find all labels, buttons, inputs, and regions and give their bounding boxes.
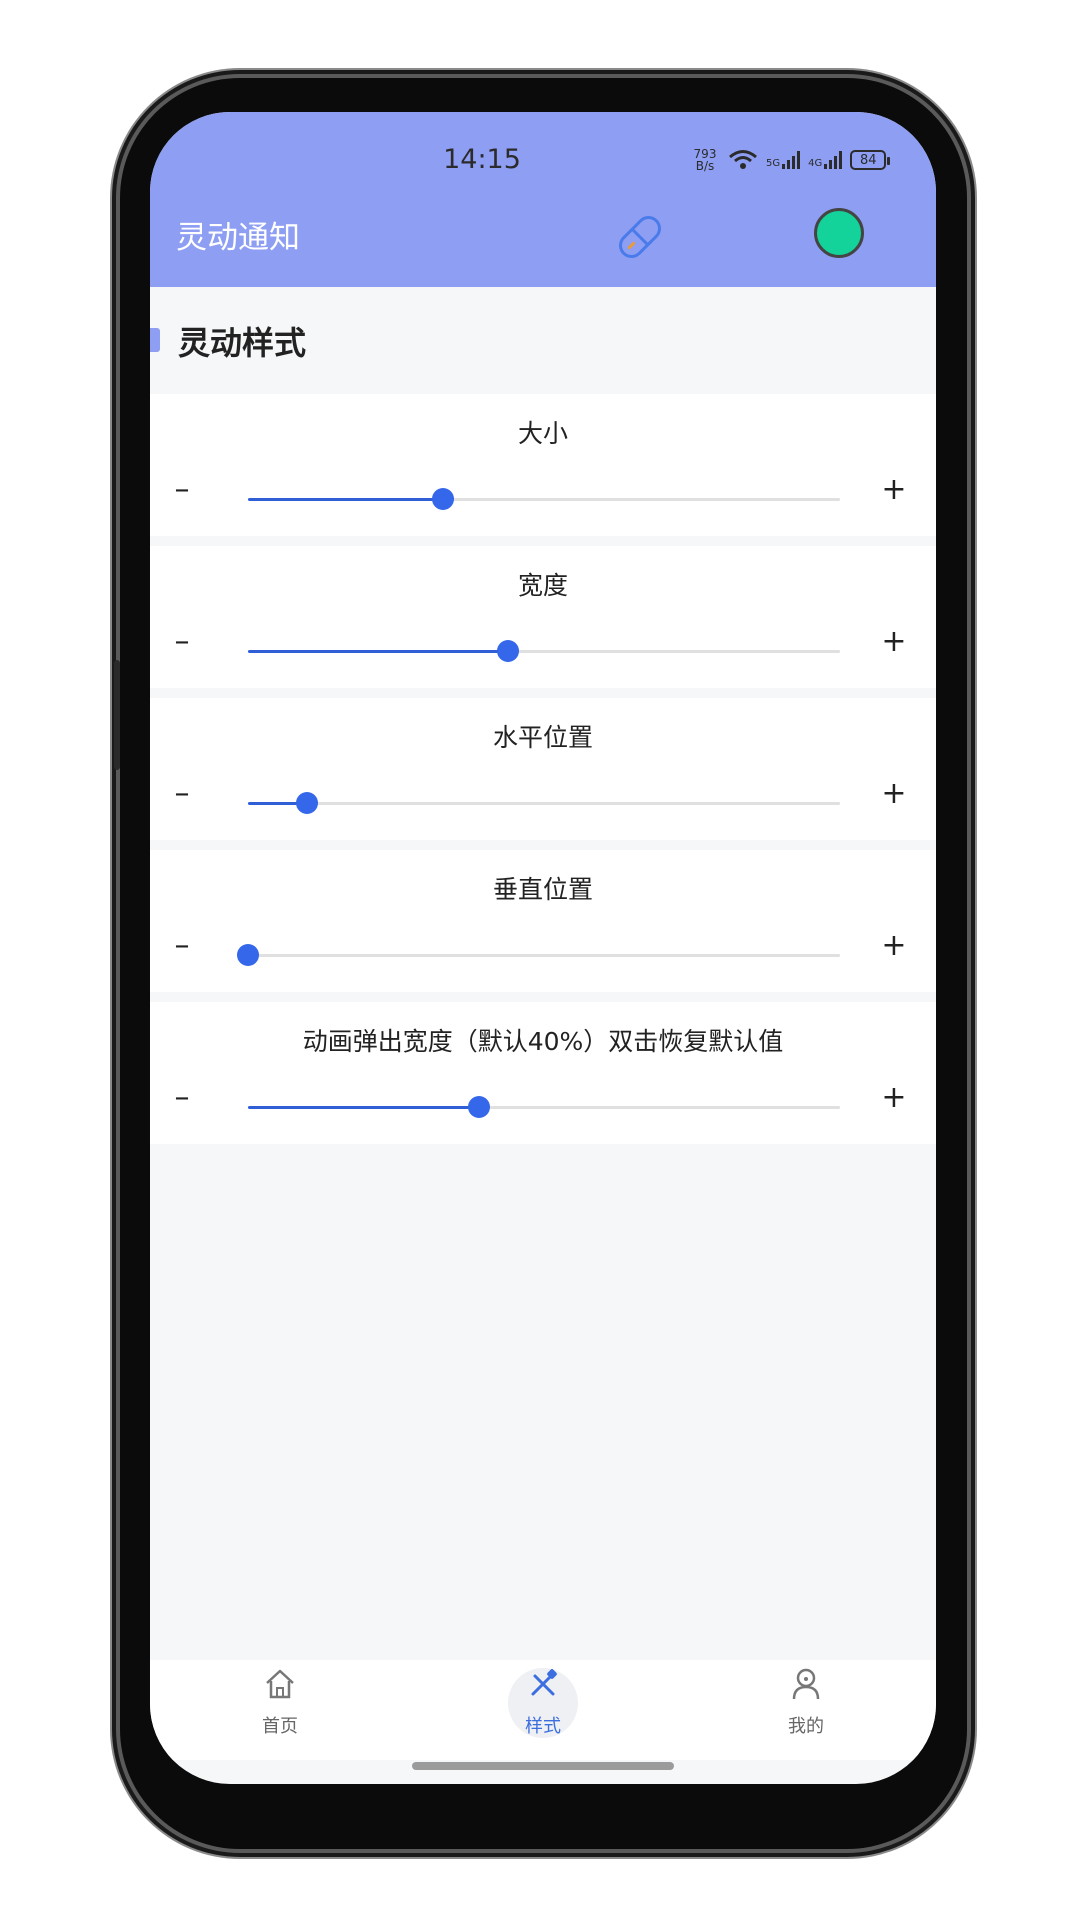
slider-thumb[interactable] — [237, 944, 259, 966]
section-title: 灵动样式 — [178, 324, 307, 362]
slider-fill — [248, 650, 509, 653]
nav-item-profile[interactable]: 我的 — [746, 1666, 866, 1738]
status-icons: 793 B/s 5G 4G 84 — [690, 142, 891, 178]
nav-label: 样式 — [525, 1716, 561, 1737]
slider-thumb[interactable] — [296, 792, 319, 814]
slider-card-width: 宽度 – + — [150, 546, 936, 688]
slider-thumb[interactable] — [467, 1096, 490, 1118]
slider-card-vertical-position: 垂直位置 – + — [150, 850, 936, 992]
slider-track[interactable] — [237, 944, 840, 966]
nav-item-style[interactable]: 样式 — [483, 1666, 603, 1738]
pill-icon[interactable] — [611, 208, 669, 266]
battery-icon: 84 — [850, 150, 891, 170]
phone-side-button — [114, 660, 120, 770]
decrease-button[interactable]: – — [162, 776, 202, 811]
decrease-button[interactable]: – — [162, 928, 202, 963]
slider-fill — [248, 1106, 479, 1109]
slider-card-animation-width: 动画弹出宽度（默认40%）双击恢复默认值 – + — [150, 1002, 936, 1144]
slider-track[interactable] — [248, 488, 840, 510]
bottom-navigation: 首页 样式 我的 — [150, 1660, 936, 1760]
section-accent-bar — [150, 328, 160, 352]
slider-thumb[interactable] — [432, 488, 455, 510]
signal-icon-sim2: 4G — [808, 151, 843, 169]
increase-button[interactable]: + — [874, 472, 914, 507]
increase-button[interactable]: + — [874, 624, 914, 659]
phone-screen: 14:15 793 B/s 5G 4G 84 灵动通知 灵动样式 大小 – + … — [150, 112, 936, 1784]
slider-label: 垂直位置 — [492, 875, 593, 904]
slider-card-horizontal-position: 水平位置 – + — [150, 698, 936, 840]
signal-icon-sim1: 5G — [766, 151, 801, 169]
slider-label: 大小 — [517, 419, 568, 448]
network-speed: 793 B/s — [693, 147, 717, 173]
decrease-button[interactable]: – — [162, 472, 202, 507]
nav-item-home[interactable]: 首页 — [220, 1666, 340, 1738]
decrease-button[interactable]: – — [162, 624, 202, 659]
slider-track[interactable] — [248, 640, 840, 662]
slider-fill — [248, 498, 444, 501]
slider-label: 动画弹出宽度（默认40%）双击恢复默认值 — [302, 1027, 784, 1056]
increase-button[interactable]: + — [874, 928, 914, 963]
slider-track[interactable] — [248, 1096, 840, 1118]
user-icon — [792, 1668, 820, 1700]
status-time: 14:15 — [443, 144, 521, 175]
service-status-indicator[interactable] — [814, 208, 864, 258]
nav-label: 我的 — [788, 1716, 824, 1737]
app-title: 灵动通知 — [176, 220, 300, 256]
slider-track[interactable] — [248, 792, 840, 814]
decrease-button[interactable]: – — [162, 1080, 202, 1115]
home-icon — [266, 1669, 294, 1699]
wifi-icon — [729, 150, 757, 169]
slider-label: 水平位置 — [492, 723, 593, 752]
slider-label: 宽度 — [517, 571, 568, 600]
brush-icon — [531, 1669, 557, 1696]
nav-label: 首页 — [262, 1716, 298, 1737]
increase-button[interactable]: + — [874, 776, 914, 811]
slider-card-size: 大小 – + — [150, 394, 936, 536]
home-indicator[interactable] — [412, 1762, 674, 1770]
app-header: 14:15 793 B/s 5G 4G 84 灵动通知 — [150, 112, 936, 287]
slider-thumb[interactable] — [497, 640, 520, 662]
increase-button[interactable]: + — [874, 1080, 914, 1115]
